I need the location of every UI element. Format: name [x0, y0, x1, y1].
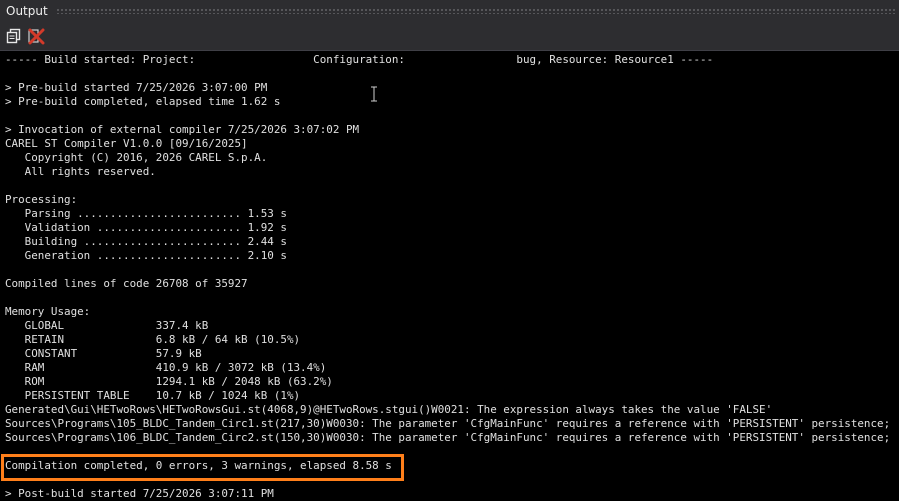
- output-line: RAM 410.9 kB / 3072 kB (13.4%): [5, 361, 327, 374]
- output-console[interactable]: > Post-build started 7/25/2026 3:07:11 P…: [0, 51, 899, 501]
- compilation-result-highlight: [1, 454, 404, 481]
- panel-drag-grip[interactable]: [55, 8, 895, 14]
- clear-icon: [28, 28, 45, 45]
- output-toolbar: [0, 22, 899, 51]
- output-line: RETAIN 6.8 kB / 64 kB (10.5%): [5, 333, 301, 346]
- output-line: CONSTANT 57.9 kB: [5, 347, 202, 360]
- panel-title: Output: [6, 4, 48, 18]
- output-line: > Pre-build started 7/25/2026 3:07:00 PM: [5, 81, 268, 94]
- output-line: Sources\Programs\105_BLDC_Tandem_Circ1.s…: [5, 417, 891, 430]
- output-line: ROM 1294.1 kB / 2048 kB (63.2%): [5, 375, 333, 388]
- copy-icon: [6, 28, 21, 44]
- output-line: Validation ...................... 1.92 s: [5, 221, 287, 234]
- copy-button[interactable]: [5, 27, 23, 45]
- output-line: Memory Usage:: [5, 305, 91, 318]
- output-line: Generation ...................... 2.10 s: [5, 249, 287, 262]
- output-line: ----- Build started: Project: Configurat…: [5, 53, 714, 66]
- redacted-configuration-name: [413, 51, 517, 69]
- output-line: Processing:: [5, 193, 78, 206]
- output-line: GLOBAL 337.4 kB: [5, 319, 209, 332]
- output-line: Parsing ......................... 1.53 s: [5, 207, 287, 220]
- output-line: Compiled lines of code 26708 of 35927: [5, 277, 248, 290]
- output-line: CAREL ST Compiler V1.0.0 [09/16/2025]: [5, 137, 248, 150]
- output-line: > Post-build started 7/25/2026 3:07:11 P…: [5, 487, 274, 500]
- output-line: Sources\Programs\106_BLDC_Tandem_Circ2.s…: [5, 431, 891, 444]
- output-line: > Invocation of external compiler 7/25/2…: [5, 123, 360, 136]
- output-line: Copyright (C) 2016, 2026 CAREL S.p.A.: [5, 151, 268, 164]
- redacted-project-name: [198, 51, 306, 69]
- output-panel-header: Output: [0, 0, 899, 22]
- output-line: All rights reserved.: [5, 165, 156, 178]
- output-line: Building ........................ 2.44 s: [5, 235, 287, 248]
- output-line: > Pre-build completed, elapsed time 1.62…: [5, 95, 281, 108]
- output-line: Generated\Gui\HETwoRows\HETwoRowsGui.st(…: [5, 403, 773, 416]
- text-cursor-icon: [371, 86, 377, 102]
- clear-button[interactable]: [27, 27, 45, 45]
- output-line: PERSISTENT TABLE 10.7 kB / 1024 kB (1%): [5, 389, 301, 402]
